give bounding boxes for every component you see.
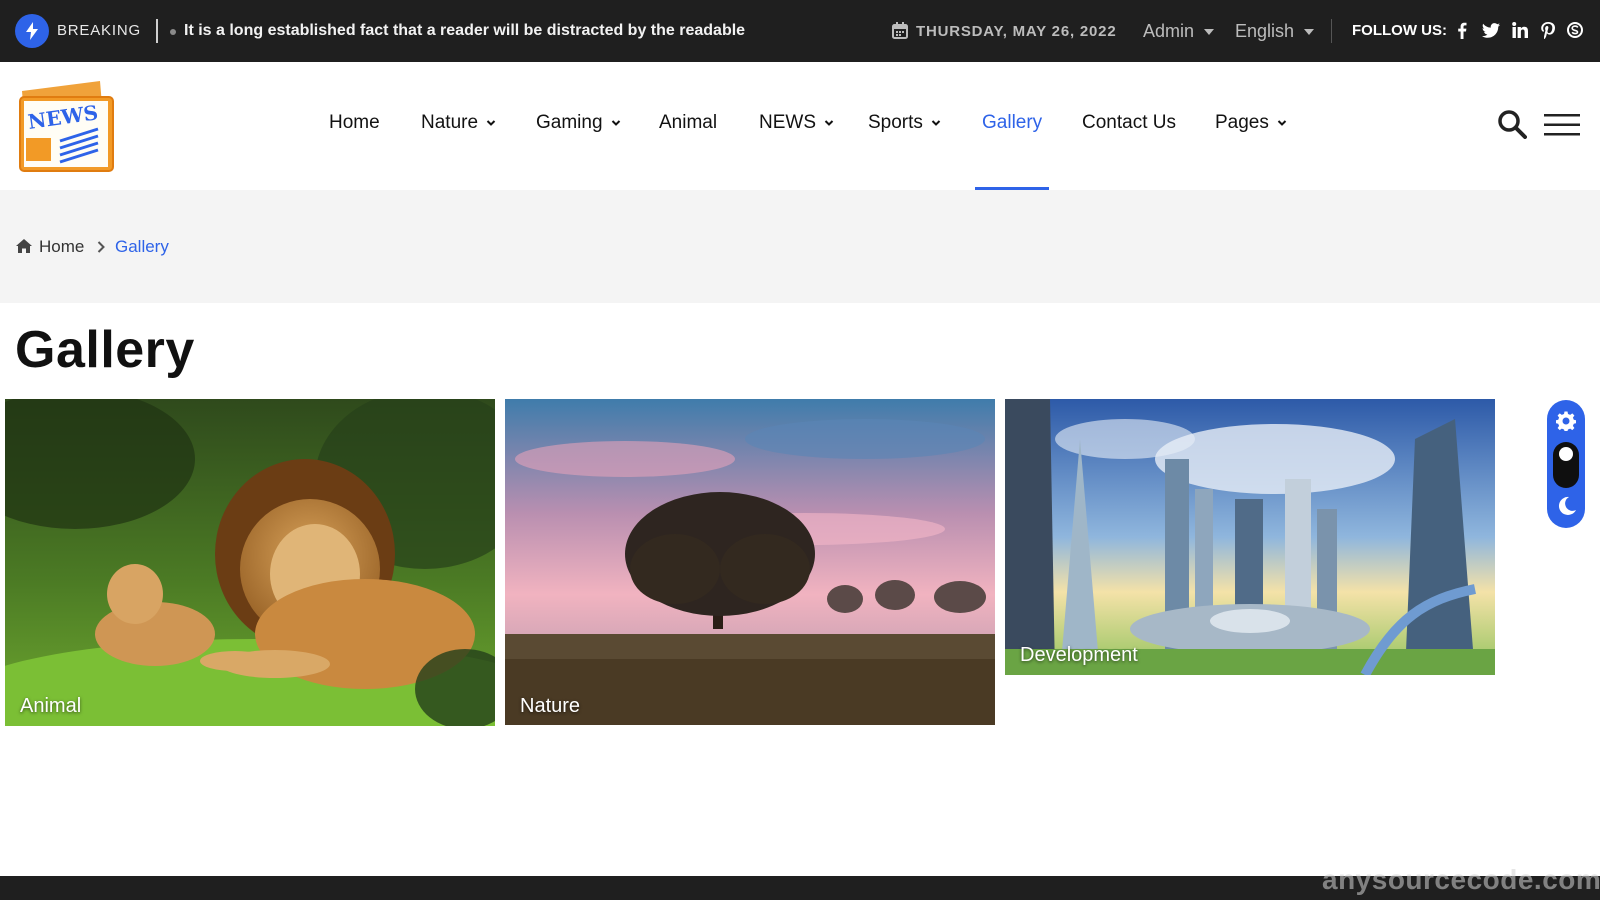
nav-item-news[interactable]: NEWS [759,112,834,134]
skype-icon[interactable] [1565,20,1585,40]
lions-image [5,399,495,726]
nav-item-pages[interactable]: Pages [1215,112,1287,134]
current-date: THURSDAY, MAY 26, 2022 [916,23,1117,40]
pinterest-icon[interactable] [1538,20,1558,40]
calendar-icon [892,22,908,39]
nav-item-label: Contact Us [1082,112,1176,133]
toggle-knob [1559,447,1573,461]
futuristic-city-image [1005,399,1495,675]
admin-label: Admin [1143,21,1195,41]
main-header: NEWS Home Nature Gaming Animal NEWS Spor… [0,62,1600,190]
chevron-right-icon [97,241,105,253]
chevron-down-icon [611,120,620,126]
nav-item-label: Sports [868,112,923,133]
moon-icon[interactable] [1557,496,1577,516]
caret-down-icon [1304,28,1315,35]
nav-item-label: NEWS [759,112,816,133]
chevron-down-icon [1277,120,1287,126]
breaking-label: BREAKING [57,22,141,39]
breadcrumb-home-link[interactable]: Home [39,237,84,257]
divider [156,19,158,43]
language-label: English [1235,21,1295,41]
top-bar: BREAKING It is a long established fact t… [0,0,1600,62]
nav-item-label: Animal [659,112,718,133]
breadcrumb-current: Gallery [115,237,169,256]
dark-mode-toggle[interactable] [1553,442,1579,488]
nav-item-contact-us[interactable]: Contact Us [1082,112,1176,134]
twitter-icon[interactable] [1481,20,1501,40]
nav-item-label: Nature [421,112,479,133]
hamburger-menu-icon[interactable] [1544,113,1580,137]
nav-item-sports[interactable]: Sports [868,112,941,134]
divider [1331,19,1332,43]
gallery-item-label: Development [1020,644,1138,666]
gear-icon[interactable] [1556,411,1576,431]
watermark-text: anysourcecode.com [1322,864,1600,895]
follow-label: FOLLOW US: [1352,22,1447,39]
page-title: Gallery [15,321,195,379]
nav-item-label: Gaming [536,112,603,133]
linkedin-icon[interactable] [1510,20,1530,40]
theme-settings-widget [1547,400,1585,528]
nav-item-label: Home [329,112,380,133]
tree-sunset-image [505,399,995,725]
chevron-down-icon [931,120,941,126]
nav-item-home[interactable]: Home [329,112,380,134]
lightning-icon [15,14,49,48]
nav-item-gallery[interactable]: Gallery [982,112,1042,134]
chevron-down-icon [824,120,834,126]
facebook-icon[interactable] [1452,20,1472,40]
breaking-news-link[interactable]: It is a long established fact that a rea… [184,22,745,40]
breadcrumb: Home Gallery [0,190,1600,303]
nav-item-label: Gallery [982,112,1043,133]
caret-down-icon [1204,28,1215,35]
gallery-item-label: Animal [20,695,82,717]
gallery-item-nature[interactable]: Nature [505,399,995,725]
news-logo-icon: NEWS [19,81,114,172]
home-icon [16,239,32,253]
admin-dropdown[interactable]: Admin [1143,21,1215,42]
search-icon[interactable] [1497,109,1527,139]
ticker-bullet [170,29,176,35]
gallery-item-animal[interactable]: Animal [5,399,495,726]
nav-item-animal[interactable]: Animal [659,112,717,134]
gallery-item-development[interactable]: Development [1005,399,1495,675]
nav-item-gaming[interactable]: Gaming [536,112,621,134]
language-dropdown[interactable]: English [1235,21,1315,42]
chevron-down-icon [486,120,496,126]
gallery-item-label: Nature [520,695,581,717]
nav-item-nature[interactable]: Nature [421,112,496,134]
nav-item-label: Pages [1215,112,1269,133]
